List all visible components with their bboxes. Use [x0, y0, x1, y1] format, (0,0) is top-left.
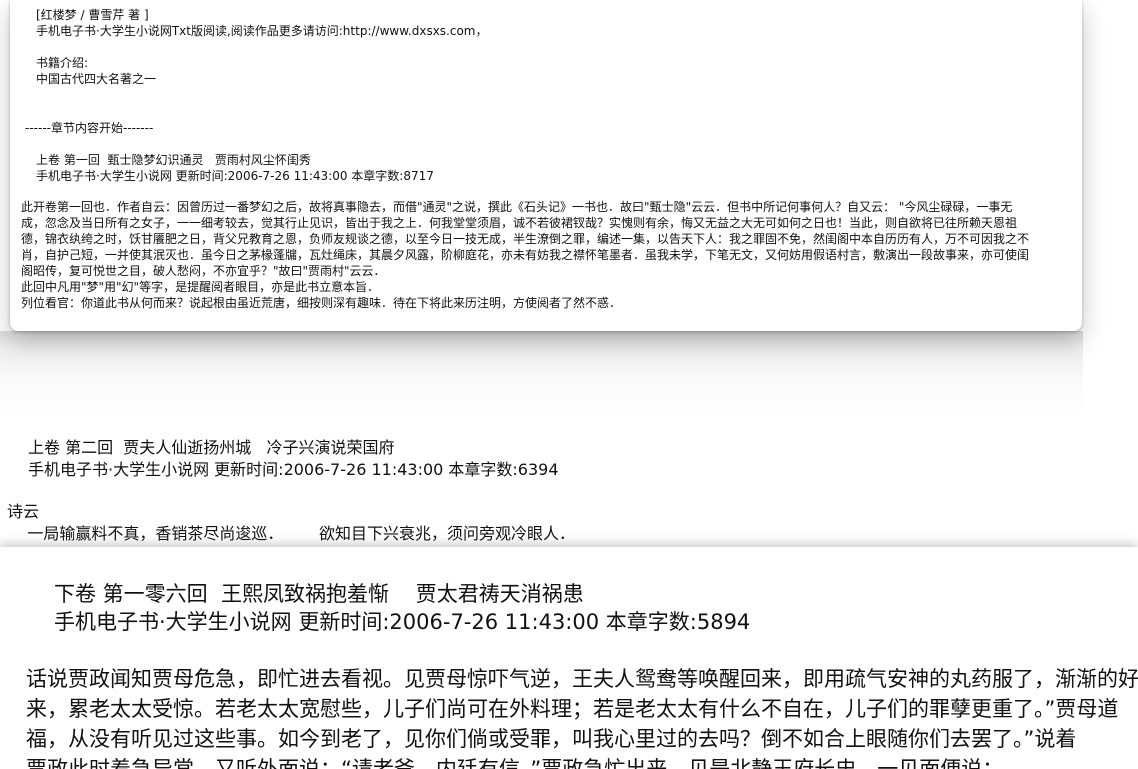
chapter-title: 下卷 第一零六回 王熙凤致祸抱羞惭 贾太君祷天消祸患 — [54, 582, 584, 606]
chapter-body: 话说贾政闻知贾母危急，即忙进去看视。见贾母惊吓气逆，王夫人鸳鸯等唤醒回来，即用疏… — [26, 664, 1138, 769]
body-line: 话说贾政闻知贾母危急，即忙进去看视。见贾母惊吓气逆，王夫人鸳鸯等唤醒回来，即用疏… — [26, 667, 1138, 691]
chapter-title: 上卷 第一回 甄士隐梦幻识通灵 贾雨村风尘怀闺秀 — [36, 153, 311, 167]
chapter-start-marker: ------章节内容开始------- — [25, 121, 154, 135]
book-header: [红楼梦 / 曹雪芹 著 ] — [36, 8, 149, 22]
intro-label: 书籍介绍: — [36, 56, 89, 70]
chapter-title: 上卷 第二回 贾夫人仙逝扬州城 冷子兴演说荣国府 — [28, 438, 395, 457]
body-line: 贾政此时着急异常，又听外面说：“请老爷，内廷有信。”贾政急忙出来，见是北静王府长… — [26, 757, 1004, 769]
reader-window-chapter-2[interactable]: 上卷 第二回 贾夫人仙逝扬州城 冷子兴演说荣国府 手机电子书·大学生小说网 更新… — [0, 331, 1083, 545]
reader-window-chapter-106[interactable]: 下卷 第一零六回 王熙凤致祸抱羞惭 贾太君祷天消祸患 手机电子书·大学生小说网 … — [0, 547, 1138, 769]
poem-line: 一局输赢料不真，香销茶尽尚逡巡． 欲知目下兴衰兆，须问旁观冷眼人． — [7, 524, 575, 543]
poem-label: 诗云 — [7, 502, 40, 521]
chapter-meta: 手机电子书·大学生小说网 更新时间:2006-7-26 11:43:00 本章字… — [36, 169, 434, 183]
body-line: 列位看官：你道此书从何而来？说起根由虽近荒唐，细按则深有趣味．待在下将此来历注明… — [21, 296, 622, 310]
reader-window-chapter-1[interactable]: [红楼梦 / 曹雪芹 著 ] 手机电子书·大学生小说网Txt版阅读,阅读作品更多… — [10, 0, 1082, 331]
background-gutter — [1083, 0, 1138, 547]
body-line: 此开卷第一回也．作者自云：因曾历过一番梦幻之后，故将真事隐去，而借"通灵"之说，… — [21, 200, 1013, 214]
body-line: 成，忽念及当日所有之女子，一一细考较去，觉其行止见识，皆出于我之上．何我堂堂须眉… — [21, 216, 1018, 230]
body-line: 肖，自护己短，一并使其泯灭也．虽今日之茅椽蓬牖，瓦灶绳床，其晨夕风露，阶柳庭花，… — [21, 248, 1030, 262]
body-line: 阁昭传，复可悦世之目，破人愁闷，不亦宜乎？"故曰"贾雨村"云云． — [21, 264, 386, 278]
body-line: 德，锦衣纨绔之时，饫甘餍肥之日，背父兄教育之恩，负师友规谈之德，以至今日一技无成… — [21, 232, 1030, 246]
body-line: 此回中凡用"梦"用"幻"等字，是提醒阅者眼目，亦是此书立意本旨． — [21, 280, 380, 294]
body-line: 来，累老太太受惊。若老太太宽慰些，儿子们尚可在外料理；若是老太太有什么不自在，儿… — [26, 697, 1119, 721]
chapter-meta: 手机电子书·大学生小说网 更新时间:2006-7-26 11:43:00 本章字… — [54, 610, 751, 634]
chapter-body: 此开卷第一回也．作者自云：因曾历过一番梦幻之后，故将真事隐去，而借"通灵"之说，… — [21, 199, 1082, 311]
body-line: 福，从没有听见过这些事。如今到老了，见你们倘或受罪，叫我心里过的去吗？倒不如合上… — [26, 727, 1077, 751]
book-source-line: 手机电子书·大学生小说网Txt版阅读,阅读作品更多请访问:http://www.… — [36, 24, 488, 38]
intro-text: 中国古代四大名著之一 — [36, 72, 157, 86]
chapter-meta: 手机电子书·大学生小说网 更新时间:2006-7-26 11:43:00 本章字… — [28, 460, 559, 479]
